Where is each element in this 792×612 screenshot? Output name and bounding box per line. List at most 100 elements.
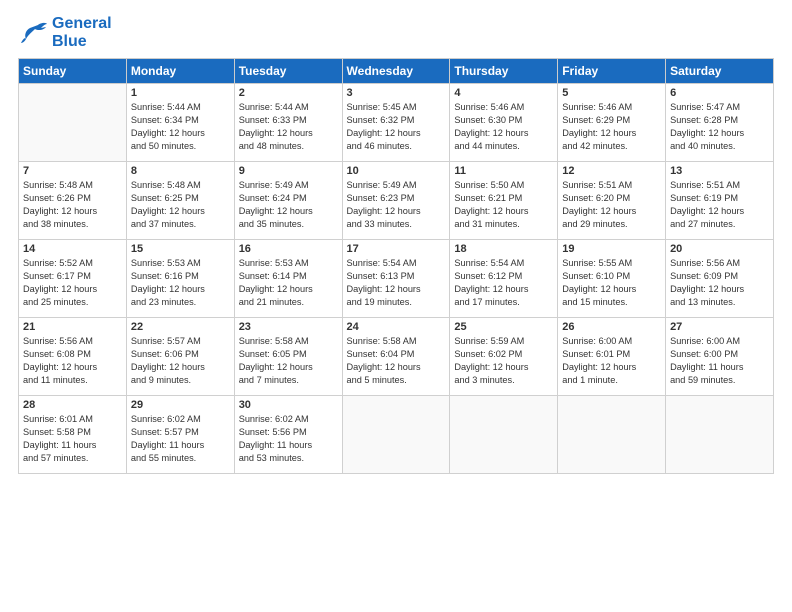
- day-info: Sunrise: 5:58 AM Sunset: 6:05 PM Dayligh…: [239, 335, 338, 387]
- day-cell: 3 Sunrise: 5:45 AM Sunset: 6:32 PM Daylig…: [342, 84, 450, 162]
- day-info: Sunrise: 6:00 AM Sunset: 6:01 PM Dayligh…: [562, 335, 661, 387]
- day-info: Sunrise: 5:53 AM Sunset: 6:16 PM Dayligh…: [131, 257, 230, 309]
- day-info: Sunrise: 5:51 AM Sunset: 6:19 PM Dayligh…: [670, 179, 769, 231]
- day-info: Sunrise: 5:45 AM Sunset: 6:32 PM Dayligh…: [347, 101, 446, 153]
- day-cell: 11 Sunrise: 5:50 AM Sunset: 6:21 PM Dayli…: [450, 162, 558, 240]
- day-info: Sunrise: 5:46 AM Sunset: 6:29 PM Dayligh…: [562, 101, 661, 153]
- day-cell: [342, 396, 450, 474]
- day-cell: [19, 84, 127, 162]
- day-cell: 17 Sunrise: 5:54 AM Sunset: 6:13 PM Dayli…: [342, 240, 450, 318]
- day-cell: [558, 396, 666, 474]
- logo-text: General Blue: [52, 15, 112, 50]
- day-info: Sunrise: 5:56 AM Sunset: 6:09 PM Dayligh…: [670, 257, 769, 309]
- day-number: 15: [131, 243, 230, 255]
- day-info: Sunrise: 5:59 AM Sunset: 6:02 PM Dayligh…: [454, 335, 553, 387]
- day-info: Sunrise: 5:54 AM Sunset: 6:13 PM Dayligh…: [347, 257, 446, 309]
- day-cell: 25 Sunrise: 5:59 AM Sunset: 6:02 PM Dayli…: [450, 318, 558, 396]
- day-info: Sunrise: 5:55 AM Sunset: 6:10 PM Dayligh…: [562, 257, 661, 309]
- day-number: 26: [562, 321, 661, 333]
- header-row: SundayMondayTuesdayWednesdayThursdayFrid…: [19, 59, 774, 84]
- col-header-wednesday: Wednesday: [342, 59, 450, 84]
- day-cell: 1Sunrise: 5:44 AM Sunset: 6:34 PM Daylig…: [126, 84, 234, 162]
- day-info: Sunrise: 6:00 AM Sunset: 6:00 PM Dayligh…: [670, 335, 769, 387]
- day-cell: 30 Sunrise: 6:02 AM Sunset: 5:56 PM Dayli…: [234, 396, 342, 474]
- day-cell: 13 Sunrise: 5:51 AM Sunset: 6:19 PM Dayli…: [666, 162, 774, 240]
- day-cell: 15 Sunrise: 5:53 AM Sunset: 6:16 PM Dayli…: [126, 240, 234, 318]
- day-info: Sunrise: 6:02 AM Sunset: 5:56 PM Dayligh…: [239, 413, 338, 465]
- day-info: Sunrise: 5:49 AM Sunset: 6:24 PM Dayligh…: [239, 179, 338, 231]
- day-number: 18: [454, 243, 553, 255]
- logo: General Blue: [18, 15, 112, 50]
- day-cell: 12 Sunrise: 5:51 AM Sunset: 6:20 PM Dayli…: [558, 162, 666, 240]
- day-info: Sunrise: 5:51 AM Sunset: 6:20 PM Dayligh…: [562, 179, 661, 231]
- logo-line2: Blue: [52, 33, 112, 51]
- day-number: 30: [239, 399, 338, 411]
- day-number: 5: [562, 87, 661, 99]
- day-info: Sunrise: 5:48 AM Sunset: 6:26 PM Dayligh…: [23, 179, 122, 231]
- day-number: 10: [347, 165, 446, 177]
- day-info: Sunrise: 5:46 AM Sunset: 6:30 PM Dayligh…: [454, 101, 553, 153]
- day-number: 16: [239, 243, 338, 255]
- day-cell: 16 Sunrise: 5:53 AM Sunset: 6:14 PM Dayli…: [234, 240, 342, 318]
- day-info: Sunrise: 5:44 AM Sunset: 6:34 PM Dayligh…: [131, 101, 230, 153]
- day-info: Sunrise: 5:47 AM Sunset: 6:28 PM Dayligh…: [670, 101, 769, 153]
- day-number: 19: [562, 243, 661, 255]
- day-info: Sunrise: 5:50 AM Sunset: 6:21 PM Dayligh…: [454, 179, 553, 231]
- day-cell: 9 Sunrise: 5:49 AM Sunset: 6:24 PM Daylig…: [234, 162, 342, 240]
- day-info: Sunrise: 6:01 AM Sunset: 5:58 PM Dayligh…: [23, 413, 122, 465]
- day-number: 7: [23, 165, 122, 177]
- day-cell: 29 Sunrise: 6:02 AM Sunset: 5:57 PM Dayli…: [126, 396, 234, 474]
- day-number: 20: [670, 243, 769, 255]
- day-cell: 28 Sunrise: 6:01 AM Sunset: 5:58 PM Dayli…: [19, 396, 127, 474]
- day-cell: 27 Sunrise: 6:00 AM Sunset: 6:00 PM Dayli…: [666, 318, 774, 396]
- day-number: 2: [239, 87, 338, 99]
- day-number: 28: [23, 399, 122, 411]
- day-number: 29: [131, 399, 230, 411]
- day-info: Sunrise: 5:49 AM Sunset: 6:23 PM Dayligh…: [347, 179, 446, 231]
- logo-line1: General: [52, 15, 112, 32]
- day-info: Sunrise: 5:53 AM Sunset: 6:14 PM Dayligh…: [239, 257, 338, 309]
- col-header-sunday: Sunday: [19, 59, 127, 84]
- day-cell: 10 Sunrise: 5:49 AM Sunset: 6:23 PM Dayli…: [342, 162, 450, 240]
- day-number: 13: [670, 165, 769, 177]
- header: General Blue: [18, 15, 774, 50]
- day-number: 24: [347, 321, 446, 333]
- calendar-table: SundayMondayTuesdayWednesdayThursdayFrid…: [18, 58, 774, 474]
- day-info: Sunrise: 5:58 AM Sunset: 6:04 PM Dayligh…: [347, 335, 446, 387]
- col-header-saturday: Saturday: [666, 59, 774, 84]
- day-number: 9: [239, 165, 338, 177]
- day-cell: 21Sunrise: 5:56 AM Sunset: 6:08 PM Dayli…: [19, 318, 127, 396]
- day-number: 22: [131, 321, 230, 333]
- day-cell: 24 Sunrise: 5:58 AM Sunset: 6:04 PM Dayli…: [342, 318, 450, 396]
- day-cell: 8 Sunrise: 5:48 AM Sunset: 6:25 PM Daylig…: [126, 162, 234, 240]
- day-info: Sunrise: 5:54 AM Sunset: 6:12 PM Dayligh…: [454, 257, 553, 309]
- page: General Blue SundayMondayTuesdayWednesda…: [0, 0, 792, 612]
- day-cell: 26 Sunrise: 6:00 AM Sunset: 6:01 PM Dayli…: [558, 318, 666, 396]
- day-info: Sunrise: 5:57 AM Sunset: 6:06 PM Dayligh…: [131, 335, 230, 387]
- day-number: 27: [670, 321, 769, 333]
- day-cell: 2 Sunrise: 5:44 AM Sunset: 6:33 PM Daylig…: [234, 84, 342, 162]
- day-cell: 6 Sunrise: 5:47 AM Sunset: 6:28 PM Daylig…: [666, 84, 774, 162]
- day-number: 11: [454, 165, 553, 177]
- day-cell: 19 Sunrise: 5:55 AM Sunset: 6:10 PM Dayli…: [558, 240, 666, 318]
- logo-icon: [18, 21, 48, 45]
- day-info: Sunrise: 5:48 AM Sunset: 6:25 PM Dayligh…: [131, 179, 230, 231]
- day-number: 8: [131, 165, 230, 177]
- day-info: Sunrise: 5:56 AM Sunset: 6:08 PM Dayligh…: [23, 335, 122, 387]
- day-number: 14: [23, 243, 122, 255]
- day-number: 3: [347, 87, 446, 99]
- day-info: Sunrise: 6:02 AM Sunset: 5:57 PM Dayligh…: [131, 413, 230, 465]
- day-number: 6: [670, 87, 769, 99]
- day-cell: 23Sunrise: 5:58 AM Sunset: 6:05 PM Dayli…: [234, 318, 342, 396]
- week-row-3: 14 Sunrise: 5:52 AM Sunset: 6:17 PM Dayli…: [19, 240, 774, 318]
- col-header-monday: Monday: [126, 59, 234, 84]
- day-cell: [450, 396, 558, 474]
- day-info: Sunrise: 5:44 AM Sunset: 6:33 PM Dayligh…: [239, 101, 338, 153]
- day-number: 12: [562, 165, 661, 177]
- day-cell: [666, 396, 774, 474]
- day-number: 25: [454, 321, 553, 333]
- day-cell: 22 Sunrise: 5:57 AM Sunset: 6:06 PM Dayli…: [126, 318, 234, 396]
- day-number: 17: [347, 243, 446, 255]
- day-info: Sunrise: 5:52 AM Sunset: 6:17 PM Dayligh…: [23, 257, 122, 309]
- week-row-5: 28 Sunrise: 6:01 AM Sunset: 5:58 PM Dayli…: [19, 396, 774, 474]
